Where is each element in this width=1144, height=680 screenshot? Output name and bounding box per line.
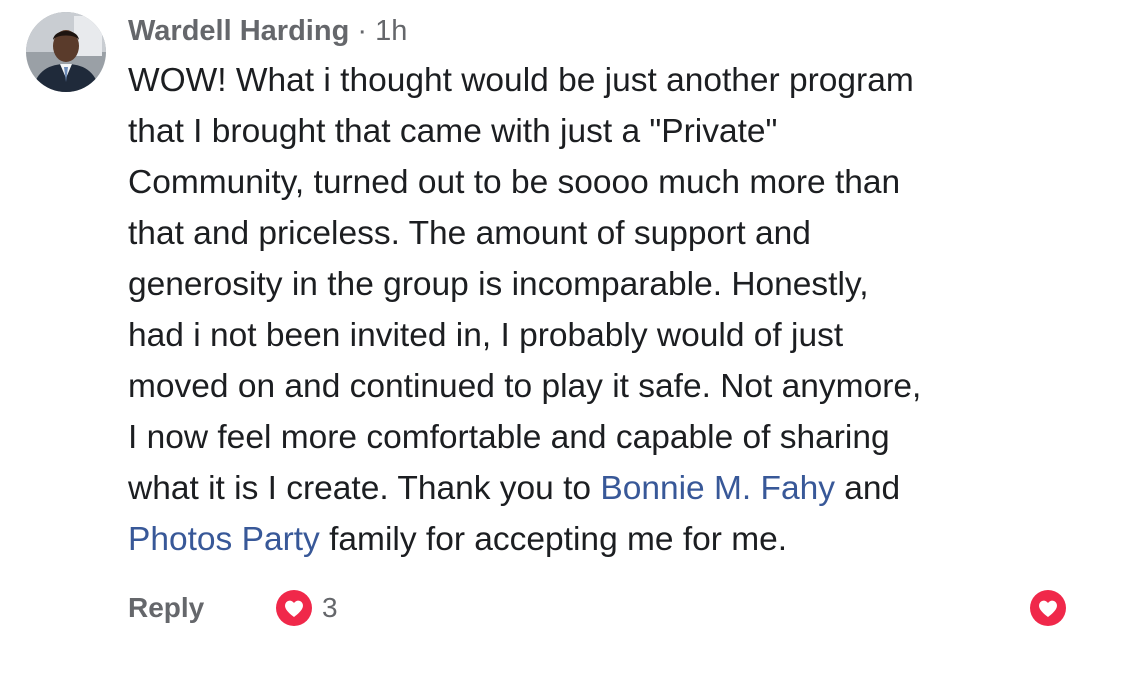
reaction-summary[interactable]: 3 xyxy=(274,586,338,630)
reaction-count: 3 xyxy=(322,592,338,623)
comment-text-fragment: family for accepting me for me. xyxy=(319,521,788,558)
comment-line: what it is I create. Thank you to Bonnie… xyxy=(128,463,1128,514)
comment: Wardell Harding · 1h WOW! What i thought… xyxy=(0,0,1144,680)
comment-line: WOW! What i thought would be just anothe… xyxy=(128,62,914,99)
mention-photos-party[interactable]: Photos Party xyxy=(128,521,320,558)
comment-text-fragment: what it is I create. Thank you to xyxy=(128,470,601,507)
comment-line: I now feel more comfortable and capable … xyxy=(128,419,890,456)
comment-actions: Reply 3 xyxy=(128,586,1068,630)
reply-button[interactable]: Reply xyxy=(128,586,204,630)
comment-line: generosity in the group is incomparable.… xyxy=(128,266,869,303)
author-name[interactable]: Wardell Harding xyxy=(128,15,349,47)
comment-line: had i not been invited in, I probably wo… xyxy=(128,317,844,354)
comment-body: Wardell Harding · 1h WOW! What i thought… xyxy=(128,6,1128,565)
love-icon xyxy=(276,590,312,626)
love-button[interactable] xyxy=(1028,588,1068,628)
comment-header: Wardell Harding · 1h xyxy=(128,6,1128,56)
comment-line: Photos Party family for accepting me for… xyxy=(128,514,1128,565)
avatar[interactable] xyxy=(26,12,106,92)
comment-text: WOW! What i thought would be just anothe… xyxy=(128,55,1128,565)
comment-line: that I brought that came with just a "Pr… xyxy=(128,113,778,150)
comment-text-fragment: and xyxy=(834,470,901,507)
separator-dot: · xyxy=(349,15,376,47)
love-icon xyxy=(1030,590,1066,626)
timestamp[interactable]: 1h xyxy=(375,15,407,47)
mention-bonnie-fahy[interactable]: Bonnie M. Fahy xyxy=(600,470,835,507)
comment-line: moved on and continued to play it safe. … xyxy=(128,368,922,405)
comment-line: that and priceless. The amount of suppor… xyxy=(128,215,811,252)
comment-line: Community, turned out to be soooo much m… xyxy=(128,164,901,201)
profile-photo xyxy=(26,12,106,92)
